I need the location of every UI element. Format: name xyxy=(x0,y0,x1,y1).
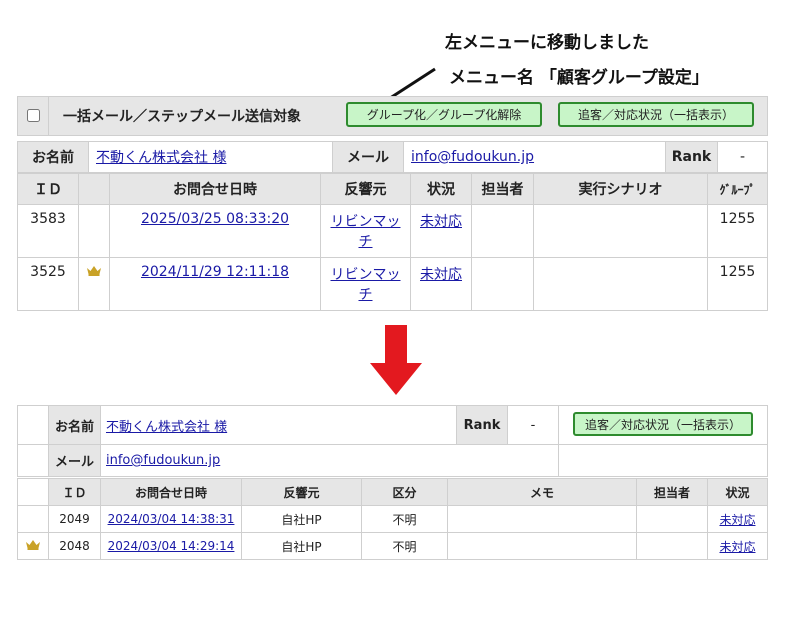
rank-label: Rank xyxy=(456,405,508,445)
mail-label: メール xyxy=(48,444,101,477)
row-category: 不明 xyxy=(361,505,448,533)
mail-label: メール xyxy=(332,141,404,173)
col-staff: 担当者 xyxy=(471,173,534,205)
row-status-cell: 未対応 xyxy=(707,505,768,533)
spacer-cell xyxy=(17,444,49,477)
row-source-cell: リビンマッチ xyxy=(320,257,411,311)
mail-value-cell: info@fudoukun.jp xyxy=(100,444,559,477)
row-id: 2049 xyxy=(48,505,101,533)
row-datetime-cell: 2024/03/04 14:29:14 xyxy=(100,532,242,560)
col-scenario: 実行シナリオ xyxy=(533,173,708,205)
bottom-inquiry-table: ＩＤ お問合せ日時 反響元 区分 メモ 担当者 状況 2049 2024/03/… xyxy=(17,478,768,560)
row-source: 自社HP xyxy=(241,505,362,533)
row-scenario xyxy=(533,257,708,311)
row-group: 1255 xyxy=(707,204,768,258)
table-row: 2049 2024/03/04 14:38:31 自社HP 不明 未対応 xyxy=(17,505,768,533)
col-datetime: お問合せ日時 xyxy=(100,478,242,506)
col-crown xyxy=(17,478,49,506)
annotation-line-2: メニュー名 「顧客グループ設定」 xyxy=(449,68,709,88)
row-source: 自社HP xyxy=(241,532,362,560)
col-id: ＩＤ xyxy=(48,478,101,506)
spacer-cell xyxy=(17,405,49,445)
name-value-cell: 不動くん株式会社 様 xyxy=(88,141,333,173)
group-toggle-button[interactable]: グループ化／グループ化解除 xyxy=(346,102,542,127)
row-crown-cell xyxy=(78,204,110,258)
col-status: 状況 xyxy=(410,173,472,205)
row-id: 3525 xyxy=(17,257,79,311)
down-arrow-icon xyxy=(370,325,422,395)
row-category: 不明 xyxy=(361,532,448,560)
name-label: お名前 xyxy=(48,405,101,445)
row-group: 1255 xyxy=(707,257,768,311)
col-category: 区分 xyxy=(361,478,448,506)
col-id: ＩＤ xyxy=(17,173,79,205)
annotation-line-1: 左メニューに移動しました xyxy=(445,33,649,53)
row-staff xyxy=(636,505,708,533)
row-status-link[interactable]: 未対応 xyxy=(719,540,755,554)
bulk-select-checkbox[interactable] xyxy=(26,108,40,122)
col-memo: メモ xyxy=(447,478,637,506)
col-source: 反響元 xyxy=(320,173,411,205)
top-customer-info: お名前 不動くん株式会社 様 メール info@fudoukun.jp Rank… xyxy=(17,141,768,173)
col-datetime: お問合せ日時 xyxy=(109,173,321,205)
row-datetime-link[interactable]: 2025/03/25 08:33:20 xyxy=(141,211,289,227)
table-row: 3583 2025/03/25 08:33:20 リビンマッチ 未対応 1255 xyxy=(17,204,768,258)
mail-link[interactable]: info@fudoukun.jp xyxy=(411,149,534,165)
customer-name-link[interactable]: 不動くん株式会社 様 xyxy=(96,150,226,166)
row-status-link[interactable]: 未対応 xyxy=(420,267,462,283)
col-crown xyxy=(78,173,110,205)
top-inquiry-table: ＩＤ お問合せ日時 反響元 状況 担当者 実行シナリオ ｸﾞﾙｰﾌﾟ 3583 … xyxy=(17,173,768,311)
row-source-link[interactable]: リビンマッチ xyxy=(331,267,401,303)
rank-value: - xyxy=(717,141,768,173)
followup-status-button[interactable]: 追客／対応状況（一括表示） xyxy=(558,102,754,127)
col-status: 状況 xyxy=(707,478,768,506)
row-status-cell: 未対応 xyxy=(410,257,472,311)
row-crown-cell xyxy=(17,532,49,560)
col-staff: 担当者 xyxy=(636,478,708,506)
row-crown-cell xyxy=(17,505,49,533)
customer-name-link[interactable]: 不動くん株式会社 様 xyxy=(106,420,227,435)
row-crown-cell xyxy=(78,257,110,311)
empty-cell xyxy=(558,444,768,477)
row-datetime-cell: 2025/03/25 08:33:20 xyxy=(109,204,321,258)
row-staff xyxy=(471,257,534,311)
rank-label: Rank xyxy=(665,141,718,173)
bulk-select-cell xyxy=(17,96,49,136)
mail-link[interactable]: info@fudoukun.jp xyxy=(106,453,220,468)
mail-value-cell: info@fudoukun.jp xyxy=(403,141,666,173)
rank-value: - xyxy=(507,405,559,445)
row-staff xyxy=(471,204,534,258)
col-source: 反響元 xyxy=(241,478,362,506)
row-status-cell: 未対応 xyxy=(410,204,472,258)
row-id: 3583 xyxy=(17,204,79,258)
row-scenario xyxy=(533,204,708,258)
top-header-row: ＩＤ お問合せ日時 反響元 状況 担当者 実行シナリオ ｸﾞﾙｰﾌﾟ xyxy=(17,173,768,205)
row-datetime-cell: 2024/03/04 14:38:31 xyxy=(100,505,242,533)
row-datetime-link[interactable]: 2024/11/29 12:11:18 xyxy=(141,264,289,280)
row-datetime-cell: 2024/11/29 12:11:18 xyxy=(109,257,321,311)
name-label: お名前 xyxy=(17,141,89,173)
crown-icon xyxy=(26,540,40,550)
table-row: 3525 2024/11/29 12:11:18 リビンマッチ 未対応 1255 xyxy=(17,257,768,311)
row-datetime-link[interactable]: 2024/03/04 14:38:31 xyxy=(108,512,235,526)
row-memo xyxy=(447,532,637,560)
row-status-cell: 未対応 xyxy=(707,532,768,560)
table-row: 2048 2024/03/04 14:29:14 自社HP 不明 未対応 xyxy=(17,532,768,560)
followup-status-button[interactable]: 追客／対応状況（一括表示） xyxy=(573,412,753,436)
bottom-header-row: ＩＤ お問合せ日時 反響元 区分 メモ 担当者 状況 xyxy=(17,478,768,506)
row-id: 2048 xyxy=(48,532,101,560)
row-status-link[interactable]: 未対応 xyxy=(420,214,462,230)
name-value-cell: 不動くん株式会社 様 xyxy=(100,405,457,445)
col-group: ｸﾞﾙｰﾌﾟ xyxy=(707,173,768,205)
row-staff xyxy=(636,532,708,560)
row-source-link[interactable]: リビンマッチ xyxy=(331,214,401,250)
crown-icon xyxy=(87,266,101,276)
row-datetime-link[interactable]: 2024/03/04 14:29:14 xyxy=(108,539,235,553)
row-memo xyxy=(447,505,637,533)
row-source-cell: リビンマッチ xyxy=(320,204,411,258)
row-status-link[interactable]: 未対応 xyxy=(719,513,755,527)
